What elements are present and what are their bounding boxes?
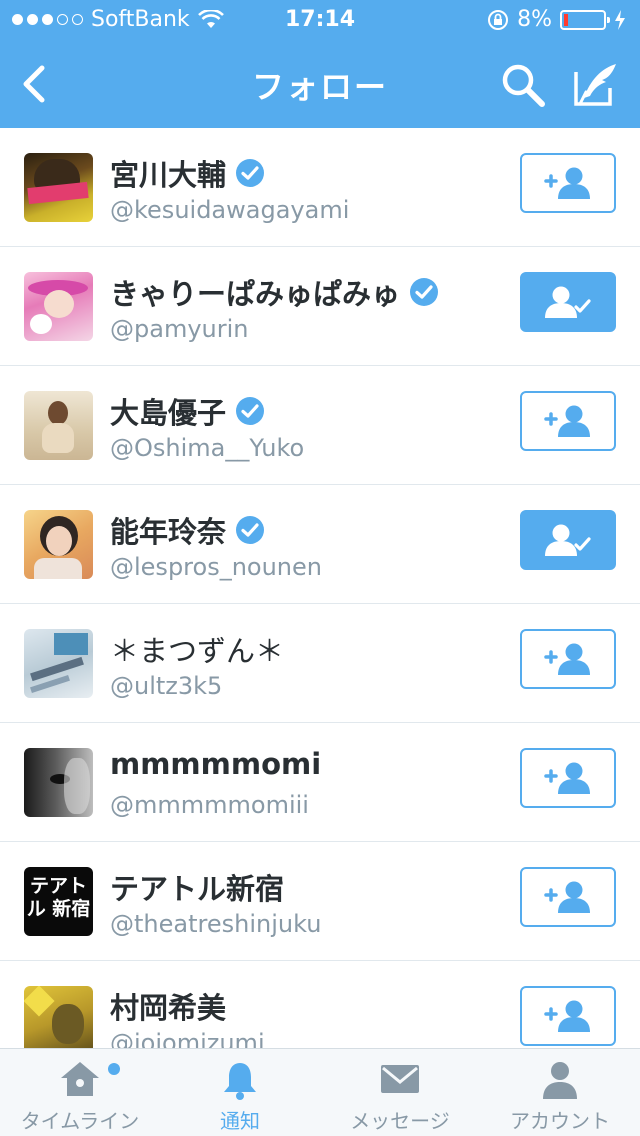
avatar[interactable] xyxy=(24,510,93,579)
user-name: 大島優子 xyxy=(110,390,266,432)
tab-label: アカウント xyxy=(510,1109,610,1133)
following-button[interactable] xyxy=(520,510,616,570)
rotation-lock-icon xyxy=(488,9,509,30)
user-handle: @lespros_nounen xyxy=(110,553,322,581)
following-list: 宮川大輔 @kesuidawagayami きゃりーぱみゅぱみゅ @pamyur… xyxy=(0,128,640,1048)
home-icon xyxy=(61,1062,99,1096)
follow-button[interactable] xyxy=(520,748,616,808)
user-row[interactable]: mmmmmomi @mmmmmomiii xyxy=(0,723,640,842)
follow-button[interactable] xyxy=(520,629,616,689)
add-user-icon xyxy=(544,1000,590,1032)
user-check-icon xyxy=(545,286,591,318)
tab-notifications[interactable]: 通知 xyxy=(160,1049,320,1136)
user-row[interactable]: 宮川大輔 @kesuidawagayami xyxy=(0,128,640,247)
user-name: 能年玲奈 xyxy=(110,509,266,551)
tab-label: メッセージ xyxy=(350,1109,450,1133)
user-name: 宮川大輔 xyxy=(110,152,266,194)
add-user-icon xyxy=(544,762,590,794)
verified-badge-icon xyxy=(410,278,439,306)
user-name: テアトル新宿 xyxy=(110,872,285,906)
avatar[interactable] xyxy=(24,153,93,222)
add-user-icon xyxy=(544,643,590,675)
user-handle: @Oshima__Yuko xyxy=(110,434,305,462)
avatar[interactable]: テアトル 新宿 xyxy=(24,867,93,936)
compose-icon[interactable] xyxy=(572,62,620,108)
follow-button[interactable] xyxy=(520,986,616,1046)
top-bar: SoftBank 17:14 8% フォロー xyxy=(0,0,640,128)
user-name: きゃりーぱみゅぱみゅ xyxy=(110,271,440,313)
verified-badge-icon xyxy=(236,397,265,425)
new-tweets-indicator xyxy=(108,1063,120,1075)
user-handle: @theatreshinjuku xyxy=(110,910,322,938)
user-handle: @mmmmmomiii xyxy=(110,791,309,819)
tab-account[interactable]: アカウント xyxy=(480,1049,640,1136)
avatar[interactable] xyxy=(24,748,93,817)
user-name: ＊まつずん＊ xyxy=(110,634,285,668)
user-row[interactable]: 能年玲奈 @lespros_nounen xyxy=(0,485,640,604)
user-row[interactable]: ＊まつずん＊ @ultz3k5 xyxy=(0,604,640,723)
tab-messages[interactable]: メッセージ xyxy=(320,1049,480,1136)
user-row[interactable]: きゃりーぱみゅぱみゅ @pamyurin xyxy=(0,247,640,366)
tab-label: タイムライン xyxy=(20,1109,140,1133)
avatar[interactable] xyxy=(24,272,93,341)
avatar[interactable] xyxy=(24,629,93,698)
follow-button[interactable] xyxy=(520,153,616,213)
bell-icon xyxy=(224,1063,256,1100)
user-row[interactable]: 村岡希美 @jojomizumi xyxy=(0,961,640,1048)
user-handle: @pamyurin xyxy=(110,315,249,343)
user-row[interactable]: 大島優子 @Oshima__Yuko xyxy=(0,366,640,485)
avatar[interactable] xyxy=(24,986,93,1048)
person-icon xyxy=(543,1062,577,1099)
tab-bar: タイムライン 通知 メッセージ アカウント xyxy=(0,1048,640,1136)
envelope-icon xyxy=(381,1065,419,1093)
add-user-icon xyxy=(544,167,590,199)
verified-badge-icon xyxy=(236,159,265,187)
avatar-logo-text: テアトル 新宿 xyxy=(26,875,91,920)
tab-label: 通知 xyxy=(220,1109,260,1133)
user-handle: @jojomizumi xyxy=(110,1029,265,1048)
navigation-bar: フォロー xyxy=(0,40,640,128)
follow-button[interactable] xyxy=(520,867,616,927)
status-bar: SoftBank 17:14 8% xyxy=(0,0,640,40)
add-user-icon xyxy=(544,881,590,913)
verified-badge-icon xyxy=(236,516,265,544)
battery-icon xyxy=(560,9,610,30)
tab-timeline[interactable]: タイムライン xyxy=(0,1049,160,1136)
follow-button[interactable] xyxy=(520,391,616,451)
user-name: 村岡希美 xyxy=(110,991,227,1025)
user-check-icon xyxy=(545,524,591,556)
user-handle: @kesuidawagayami xyxy=(110,196,350,224)
battery-percent: 8% xyxy=(517,7,552,32)
user-row[interactable]: テアトル 新宿 テアトル新宿 @theatreshinjuku xyxy=(0,842,640,961)
user-name: mmmmmomi xyxy=(110,747,322,781)
search-icon[interactable] xyxy=(500,62,546,108)
add-user-icon xyxy=(544,405,590,437)
avatar[interactable] xyxy=(24,391,93,460)
following-button[interactable] xyxy=(520,272,616,332)
user-handle: @ultz3k5 xyxy=(110,672,223,700)
charging-icon xyxy=(615,9,625,30)
